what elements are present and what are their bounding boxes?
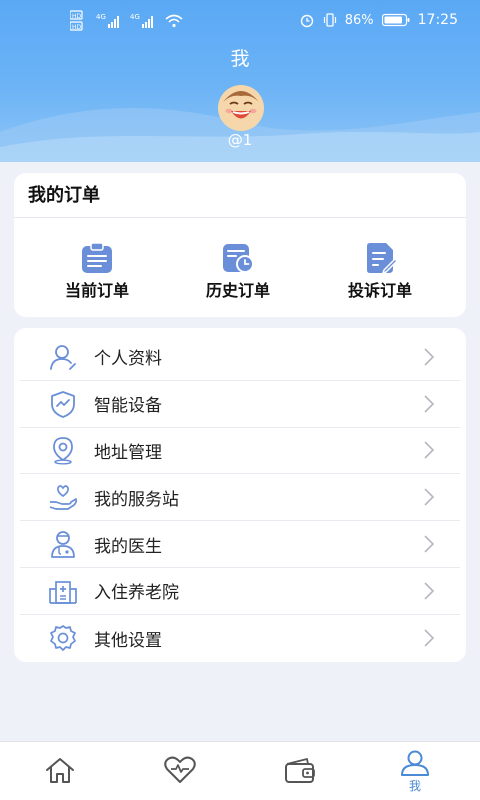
username: @1 [227, 131, 253, 149]
wifi-icon [165, 14, 183, 28]
chevron-right-icon [424, 488, 435, 506]
cell-signal-2-icon: 4G [130, 13, 153, 28]
profile-header: HD HD 4G 4G 86% 17:25 我 @1 [0, 0, 480, 162]
menu-label-smart-devices: 智能设备 [94, 396, 162, 417]
location-pin-icon [48, 435, 78, 465]
sim-signal-icon: HD HD [70, 10, 83, 31]
doctor-icon [48, 529, 78, 559]
menu-item-nursing-home[interactable]: 入住养老院 [20, 568, 460, 615]
current-orders-button[interactable]: 当前订单 [32, 242, 162, 301]
chevron-right-icon [424, 629, 435, 647]
menu-label-doctor: 我的医生 [94, 536, 162, 557]
alarm-icon [300, 14, 313, 28]
wallet-icon [285, 758, 315, 783]
net2-text: 4G [130, 13, 140, 21]
building-icon [48, 576, 78, 606]
settings-menu-card: 个人资料 智能设备 地址管理 我的服务站 我的医生 入住养老院 其他设置 [14, 328, 466, 662]
menu-item-smart-devices[interactable]: 智能设备 [20, 381, 460, 428]
chevron-right-icon [424, 395, 435, 413]
complaint-orders-button[interactable]: 投诉订单 [315, 242, 445, 301]
battery-icon [381, 13, 410, 27]
gear-icon [48, 623, 78, 653]
net1-text: 4G [96, 13, 106, 21]
home-icon [46, 758, 74, 783]
chevron-right-icon [424, 535, 435, 553]
tab-me-label: 我 [408, 779, 421, 793]
menu-item-service-station[interactable]: 我的服务站 [20, 474, 460, 522]
menu-item-doctor[interactable]: 我的医生 [20, 521, 460, 568]
user-icon [401, 750, 429, 776]
orders-card: 我的订单 当前订单 历史订单 投诉订单 [14, 173, 466, 317]
menu-item-profile[interactable]: 个人资料 [20, 334, 460, 381]
menu-label-profile: 个人资料 [94, 349, 162, 370]
complaint-orders-label: 投诉订单 [347, 281, 412, 300]
page-title: 我 [230, 48, 250, 70]
orders-row: 当前订单 历史订单 投诉订单 [14, 218, 466, 316]
tab-home[interactable] [0, 742, 120, 800]
chevron-right-icon [424, 582, 435, 600]
orders-title: 我的订单 [14, 173, 466, 218]
status-bar: HD HD 4G 4G 86% 17:25 [0, 0, 480, 40]
tab-me[interactable]: 我 [355, 742, 475, 800]
tab-wallet[interactable] [240, 742, 360, 800]
shield-chart-icon [48, 389, 78, 419]
chevron-right-icon [424, 348, 435, 366]
bottom-tab-bar: 我 [0, 741, 480, 800]
menu-label-nursing-home: 入住养老院 [94, 583, 179, 604]
vibrate-icon [323, 13, 336, 27]
sim1-text: HD [72, 13, 82, 20]
clock-time: 17:25 [417, 12, 458, 28]
avatar[interactable] [216, 82, 266, 132]
menu-label-address: 地址管理 [94, 442, 162, 463]
tab-health[interactable] [120, 742, 240, 800]
cell-signal-1-icon: 4G [96, 13, 119, 28]
history-orders-label: 历史订单 [205, 281, 270, 300]
menu-item-address[interactable]: 地址管理 [20, 428, 460, 475]
battery-percent: 86% [344, 12, 374, 28]
current-orders-label: 当前订单 [64, 281, 129, 300]
menu-label-other-settings: 其他设置 [94, 630, 162, 651]
heart-icon [164, 756, 196, 783]
clipboard-icon [82, 242, 112, 273]
history-orders-button[interactable]: 历史订单 [173, 242, 303, 301]
edit-document-icon [367, 243, 398, 274]
hand-heart-icon [48, 482, 78, 512]
user-profile-icon [48, 342, 78, 372]
menu-label-service-station: 我的服务站 [94, 489, 179, 510]
chevron-right-icon [424, 441, 435, 460]
history-calendar-icon [223, 244, 254, 273]
menu-item-other-settings[interactable]: 其他设置 [20, 615, 460, 662]
sim2-text: HD [72, 24, 82, 31]
